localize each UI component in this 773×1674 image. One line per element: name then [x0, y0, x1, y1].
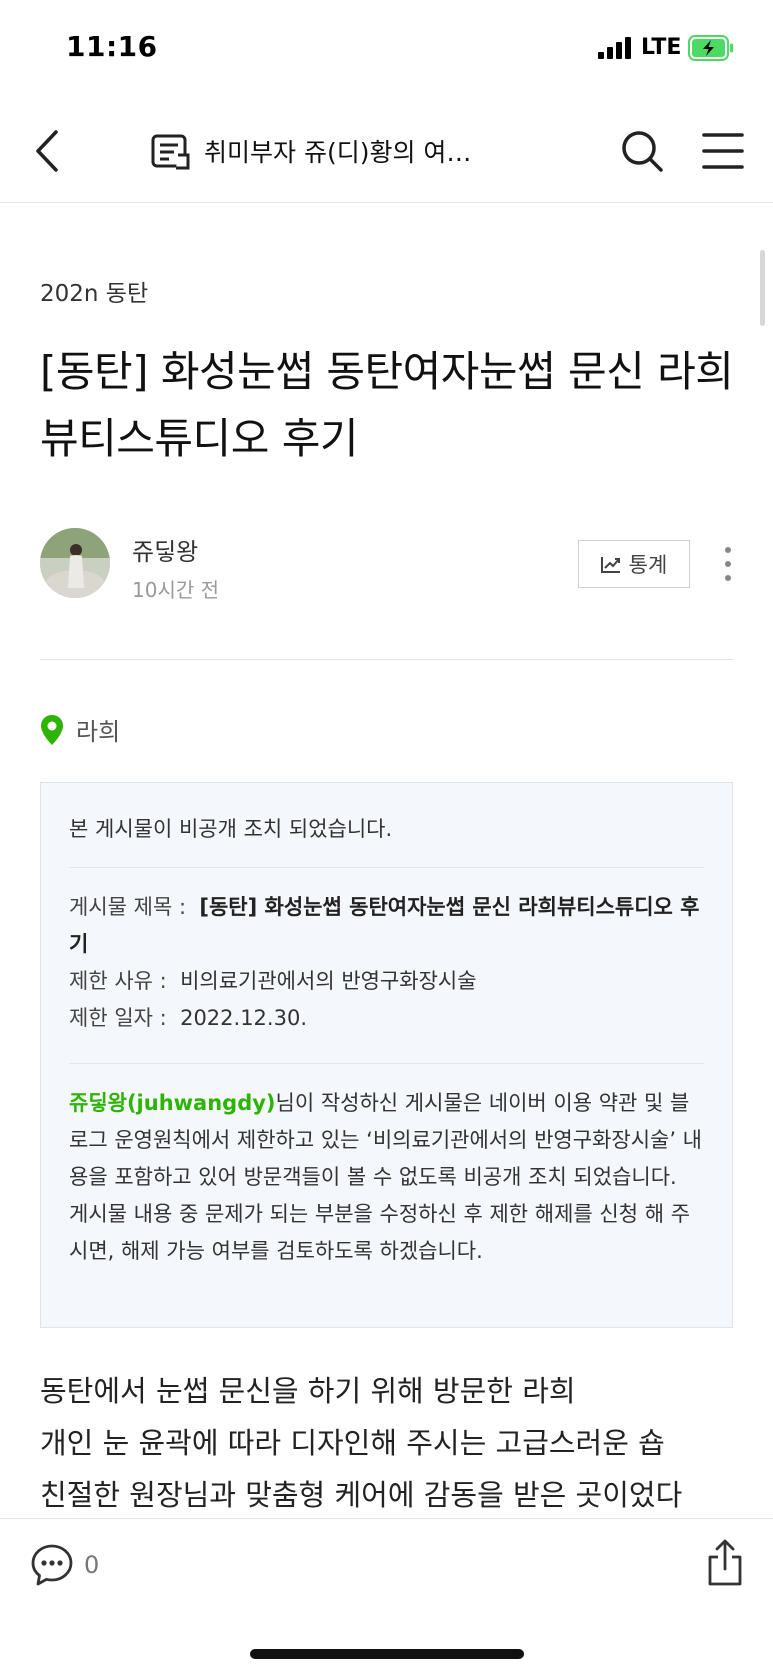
location-name: 라희 — [76, 718, 121, 746]
post-time: 10시간 전 — [132, 578, 220, 602]
status-bar: 11:16 LTE — [0, 0, 773, 100]
notice-reason-value: 비의료기관에서의 반영구화장시술 — [180, 969, 477, 993]
search-icon[interactable] — [618, 126, 666, 176]
nav-title: 취미부자 쥬(디)황의 여… — [204, 138, 472, 167]
status-time: 11:16 — [66, 30, 158, 63]
notice-divider — [69, 867, 704, 868]
back-icon[interactable] — [30, 126, 70, 176]
notice-headline: 본 게시물이 비공개 조치 되었습니다. — [69, 817, 393, 841]
body-line: 친절한 원장님과 맞춤형 케어에 감동을 받은 곳이었다 — [40, 1478, 683, 1512]
comment-count: 0 — [84, 1551, 100, 1579]
scrollbar[interactable] — [760, 250, 765, 326]
signal-icon — [598, 37, 631, 59]
home-indicator[interactable] — [250, 1649, 524, 1659]
stats-button[interactable]: 통계 — [578, 540, 690, 588]
location-tag[interactable]: 라희 — [40, 712, 120, 747]
blog-icon — [151, 134, 190, 170]
notice-reason-row: 제한 사유 : 비의료기관에서의 반영구화장시술 — [69, 963, 704, 1000]
body-line: 개인 눈 윤곽에 따라 디자인해 주시는 고급스러운 숍 — [40, 1426, 665, 1460]
header-divider — [40, 659, 733, 660]
notice-title-row: 게시물 제목 : [동탄] 화성눈썹 동탄여자눈썹 문신 라희뷰티스튜디오 후기 — [69, 889, 704, 963]
notice-divider — [69, 1063, 704, 1064]
author-name[interactable]: 쥬딯왕 — [132, 532, 198, 567]
bottom-action-bar: 0 — [0, 1518, 773, 1674]
stats-button-label: 통계 — [628, 553, 668, 577]
post-body: 동탄에서 눈썹 문신을 하기 위해 방문한 라희 개인 눈 윤곽에 따라 디자인… — [40, 1365, 740, 1521]
notice-title-label: 게시물 제목 : — [69, 895, 187, 919]
more-options-icon[interactable] — [718, 544, 738, 584]
notice-date-value: 2022.12.30. — [180, 1006, 307, 1030]
notice-date-label: 제한 일자 : — [69, 1006, 167, 1030]
share-icon[interactable] — [706, 1539, 744, 1587]
blog-title-link[interactable]: 취미부자 쥬(디)황의 여… — [150, 126, 550, 176]
notice-message-followup: 게시물 내용 중 문제가 되는 부분을 수정하신 후 제한 해제를 신청 해 주… — [69, 1202, 691, 1263]
comment-icon[interactable] — [30, 1543, 74, 1587]
post-title: [동탄] 화성눈썹 동탄여자눈썹 문신 라희뷰티스튜디오 후기 — [40, 347, 734, 463]
network-label: LTE — [641, 35, 682, 60]
avatar[interactable] — [40, 528, 110, 598]
avatar-image — [40, 528, 110, 598]
notice-date-row: 제한 일자 : 2022.12.30. — [69, 1000, 704, 1037]
post-category[interactable]: 202n 동탄 — [40, 274, 148, 308]
body-line: 동탄에서 눈썹 문신을 하기 위해 방문한 라희 — [40, 1374, 576, 1408]
notice-message: 쥬딯왕(juhwangdy)님이 작성하신 게시물은 네이버 이용 약관 및 블… — [69, 1085, 707, 1270]
top-nav-bar: 취미부자 쥬(디)황의 여… — [0, 100, 773, 203]
battery-charging-icon — [688, 35, 733, 61]
notice-reason-label: 제한 사유 : — [69, 969, 167, 993]
trend-chart-icon — [600, 557, 620, 573]
menu-icon[interactable] — [700, 128, 746, 174]
notice-user-id: 쥬딯왕(juhwangdy) — [69, 1091, 276, 1115]
notice-details: 게시물 제목 : [동탄] 화성눈썹 동탄여자눈썹 문신 라희뷰티스튜디오 후기… — [69, 889, 704, 1037]
location-pin-icon — [41, 714, 63, 745]
restriction-notice: 본 게시물이 비공개 조치 되었습니다. 게시물 제목 : [동탄] 화성눈썹 … — [40, 782, 733, 1328]
